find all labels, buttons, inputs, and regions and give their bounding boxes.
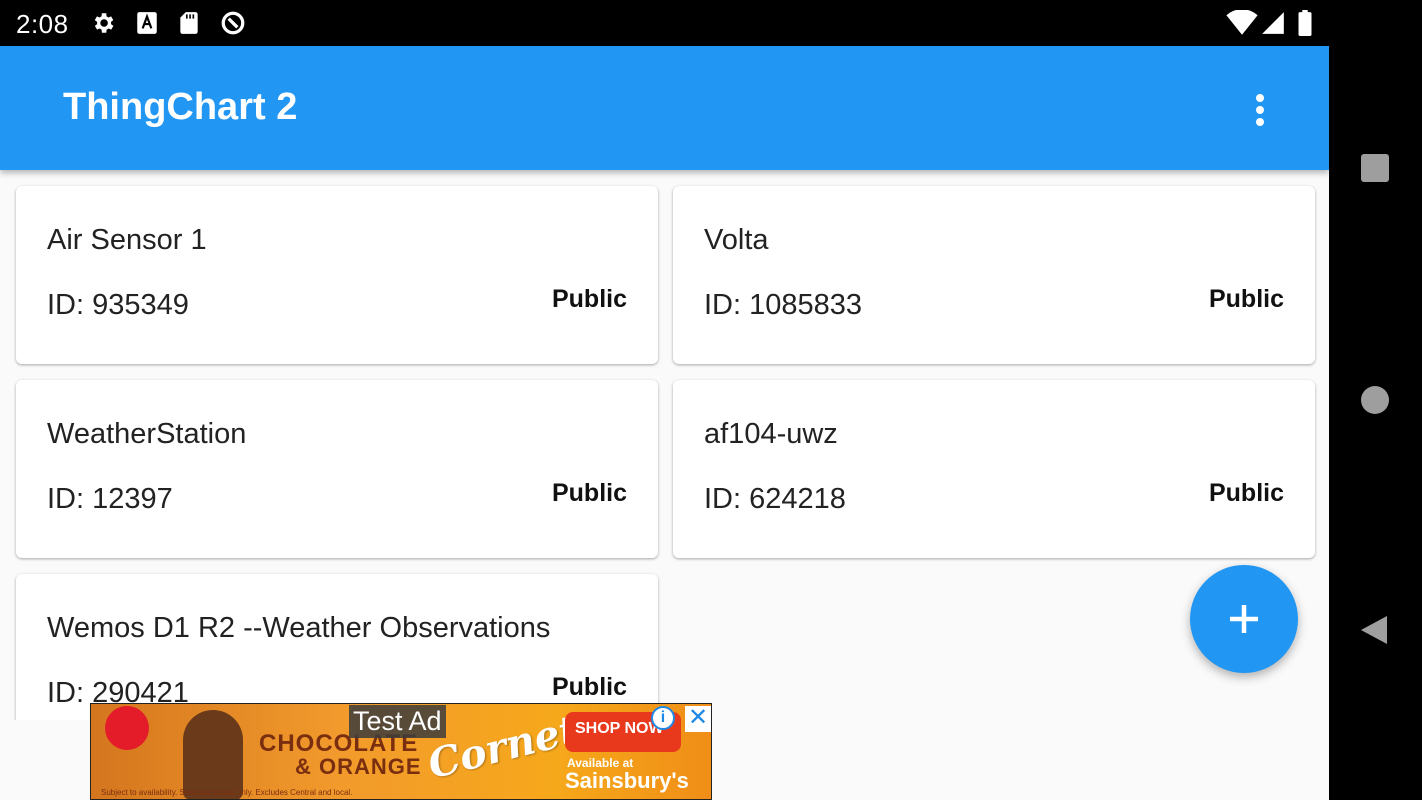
recents-square-icon[interactable] [1359,152,1391,184]
channel-card[interactable]: WeatherStation ID: 12397 Public [16,380,658,558]
channel-name: af104-uwz [704,418,838,450]
status-time: 2:08 [16,9,69,39]
sd-card-icon [180,12,198,34]
ad-store-name: Sainsbury's [565,768,689,793]
battery-icon [1298,10,1312,36]
more-vertical-icon[interactable] [1240,86,1280,130]
channel-card[interactable]: Wemos D1 R2 --Weather Observations ID: 2… [16,574,658,720]
channel-grid: Air Sensor 1 ID: 935349 Public Volta ID:… [0,170,1329,720]
channel-name: WeatherStation [47,418,247,450]
at-sign-icon [221,11,245,35]
navigation-bar [1329,0,1422,800]
test-ad-label: Test Ad [349,705,446,738]
add-channel-button[interactable] [1190,565,1298,673]
app-screen: ThingChart 2 Air Sensor 1 ID: 935349 Pub… [0,46,1329,800]
app-bar: ThingChart 2 [0,46,1329,170]
home-circle-icon[interactable] [1359,384,1391,416]
channel-visibility: Public [551,285,627,313]
font-a-icon [137,12,157,34]
channel-card[interactable]: Volta ID: 1085833 Public [673,186,1315,364]
channel-card[interactable]: Air Sensor 1 ID: 935349 Public [16,186,658,364]
status-bar: 2:08 [0,0,1422,46]
channel-visibility: Public [551,479,627,507]
channel-id: ID: 624218 [704,483,846,515]
channel-id: ID: 935349 [47,289,189,321]
channel-card[interactable]: af104-uwz ID: 624218 Public [673,380,1315,558]
info-icon[interactable]: i [651,706,675,730]
back-triangle-icon[interactable] [1359,614,1391,646]
channel-id: ID: 12397 [47,483,173,515]
app-title: ThingChart 2 [63,86,298,128]
channel-name: Volta [704,224,769,256]
ad-fine-print: Subject to availability. Selected stores… [101,788,353,797]
settings-icon [94,13,114,33]
close-icon[interactable]: ✕ [685,706,711,732]
channel-id: ID: 1085833 [704,289,863,321]
channel-name: Wemos D1 R2 --Weather Observations [47,612,551,644]
channel-visibility: Public [1208,479,1284,507]
wifi-icon [1226,10,1258,35]
plus-icon [1230,605,1258,633]
ice-cream-image [183,710,243,799]
channel-visibility: Public [1208,285,1284,313]
channel-visibility: Public [551,673,627,701]
ad-banner[interactable]: CHOCOLATE & ORANGE Cornetto Test Ad SHOP… [90,703,712,800]
channel-name: Air Sensor 1 [47,224,207,256]
ad-headline-2: & ORANGE [295,754,422,779]
brand-logo [105,706,149,750]
signal-icon [1262,12,1284,34]
